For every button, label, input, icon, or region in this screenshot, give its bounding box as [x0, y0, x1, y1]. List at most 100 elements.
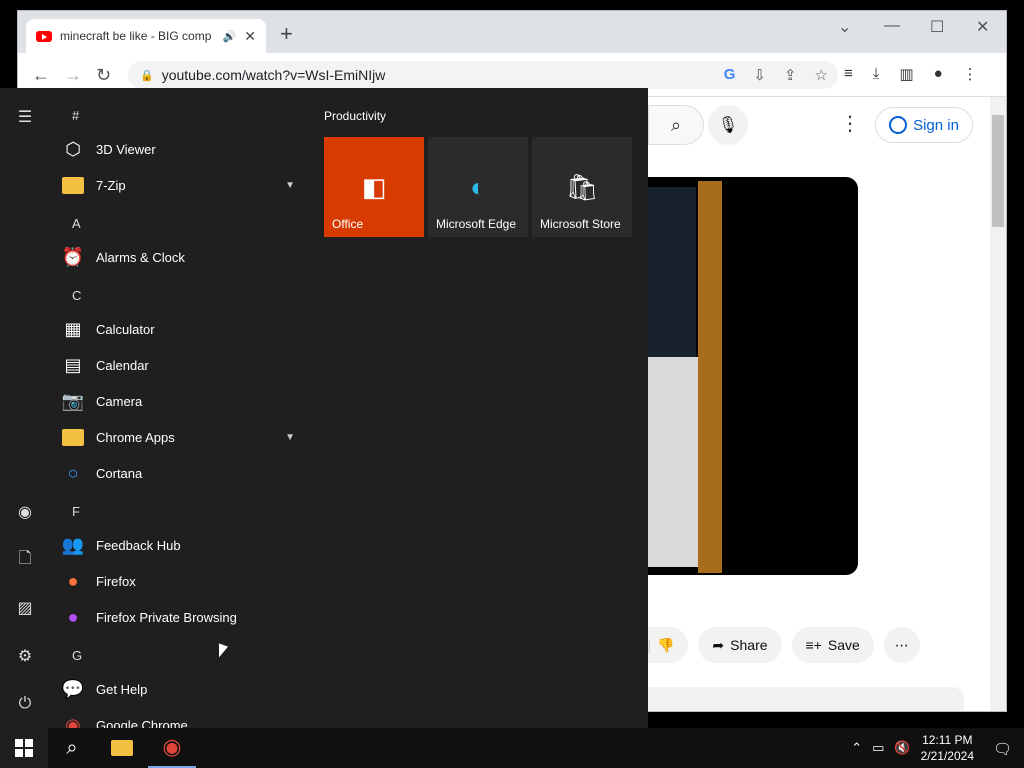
app-google-chrome[interactable]: ◉ Google Chrome: [60, 707, 305, 729]
dislike-icon[interactable]: 👎: [657, 637, 674, 654]
sign-in-button[interactable]: Sign in: [875, 107, 973, 143]
menu-kebab-icon[interactable]: ⋮: [963, 65, 978, 83]
video-player[interactable]: [618, 177, 858, 575]
youtube-favicon-icon: [36, 30, 52, 42]
video-frame-wood: [698, 181, 722, 573]
section-header[interactable]: A: [60, 210, 305, 236]
url-text: youtube.com/watch?v=WsI-EmiNIjw: [161, 67, 386, 83]
app-firefox[interactable]: ● Firefox: [60, 563, 305, 599]
browser-tab[interactable]: minecraft be like - BIG comp 🔊 ✕: [26, 19, 266, 53]
app-get-help[interactable]: 💬 Get Help: [60, 671, 305, 707]
section-header[interactable]: #: [60, 102, 305, 128]
show-hidden-icons-icon[interactable]: ⌃: [851, 740, 862, 756]
search-icon[interactable]: ⌕: [648, 105, 704, 145]
file-explorer-icon[interactable]: [98, 728, 146, 768]
taskbar: ⌕ ◉ ⌃ ▭ 🔇 12:11 PM 2/21/2024 🗨: [0, 728, 1024, 768]
tile-office[interactable]: ◧ Office: [324, 137, 424, 237]
share-label: Share: [730, 637, 768, 653]
start-button[interactable]: [0, 728, 48, 768]
section-header[interactable]: F: [60, 498, 305, 524]
more-options-icon[interactable]: ⋮: [840, 111, 860, 136]
window-close-icon[interactable]: ✕: [976, 17, 989, 37]
microphone-icon[interactable]: 🎙: [708, 105, 748, 145]
new-tab-button[interactable]: +: [280, 23, 293, 45]
save-button[interactable]: ≡+ Save: [791, 627, 874, 663]
app-label: Get Help: [96, 681, 148, 697]
network-icon[interactable]: ▭: [872, 740, 884, 756]
share-page-icon[interactable]: ⇪: [784, 66, 797, 84]
search-taskbar-icon[interactable]: ⌕: [48, 728, 96, 768]
more-actions-button[interactable]: ⋯: [883, 627, 920, 663]
section-header[interactable]: G: [60, 642, 305, 668]
app-camera[interactable]: 📷 Camera: [60, 383, 305, 419]
page-scrollbar[interactable]: [990, 97, 1006, 711]
tab-search-icon[interactable]: ⌄: [838, 17, 851, 37]
app-alarms-clock[interactable]: ⏰ Alarms & Clock: [60, 239, 305, 275]
volume-muted-icon[interactable]: 🔇: [894, 740, 910, 756]
install-icon[interactable]: ⇩: [753, 66, 766, 84]
feedback-icon: 👥: [61, 534, 85, 555]
close-icon[interactable]: ✕: [244, 28, 256, 45]
description-box[interactable]: [618, 687, 964, 711]
app-calendar[interactable]: ▤ Calendar: [60, 347, 305, 383]
app-list: # ⬡ 3D Viewer 7-Zip ▼ A ⏰ Alarms & Clock…: [50, 88, 310, 729]
sign-in-label: Sign in: [913, 116, 959, 134]
settings-gear-icon[interactable]: ⚙: [10, 641, 40, 671]
alarm-clock-icon: ⏰: [61, 246, 85, 267]
app-calculator[interactable]: ▦ Calculator: [60, 311, 305, 347]
folder-icon: [60, 424, 86, 450]
app-firefox-private[interactable]: ● Firefox Private Browsing: [60, 599, 305, 635]
minimize-icon[interactable]: —: [884, 17, 900, 35]
forward-icon[interactable]: →: [64, 65, 82, 85]
user-account-icon[interactable]: ◉: [10, 497, 40, 527]
app-label: Calendar: [96, 357, 149, 373]
app-7-zip[interactable]: 7-Zip ▼: [60, 167, 305, 203]
app-chrome-apps[interactable]: Chrome Apps ▼: [60, 419, 305, 455]
downloads-icon[interactable]: ⤓: [873, 65, 880, 83]
chevron-down-icon: ▼: [285, 431, 295, 443]
speaker-icon[interactable]: 🔊: [223, 30, 237, 43]
app-label: Cortana: [96, 465, 143, 481]
app-label: 3D Viewer: [96, 141, 156, 157]
share-button[interactable]: ➦ Share: [698, 627, 782, 663]
address-bar[interactable]: 🔒 youtube.com/watch?v=WsI-EmiNIjw G ⇩ ⇪ …: [128, 61, 838, 89]
bookmark-star-icon[interactable]: ☆: [815, 66, 828, 84]
app-3d-viewer[interactable]: ⬡ 3D Viewer: [60, 131, 305, 167]
media-icon[interactable]: ≡: [844, 65, 853, 83]
tile-microsoft-edge[interactable]: ◐ Microsoft Edge: [428, 137, 528, 237]
tile-microsoft-store[interactable]: 🛍 Microsoft Store: [532, 137, 632, 237]
playlist-add-icon: ≡+: [805, 637, 822, 653]
app-label: Firefox Private Browsing: [96, 609, 237, 625]
clock-date: 2/21/2024: [920, 749, 974, 763]
pictures-icon[interactable]: ▨: [10, 593, 40, 623]
scrollbar-thumb[interactable]: [992, 115, 1004, 227]
app-label: Calculator: [96, 321, 155, 337]
video-frame-sky: [648, 187, 696, 357]
tiles-group-title[interactable]: Productivity: [324, 109, 386, 123]
lock-icon: 🔒: [140, 69, 154, 82]
back-icon[interactable]: ←: [32, 65, 50, 85]
documents-icon[interactable]: 🗋: [10, 545, 40, 575]
reload-icon[interactable]: ↻: [96, 65, 111, 85]
power-icon[interactable]: ⏻: [10, 689, 40, 719]
app-label: 7-Zip: [96, 177, 126, 193]
notifications-icon[interactable]: 🗨: [993, 740, 1012, 758]
calendar-icon: ▤: [64, 354, 82, 375]
app-label: Camera: [96, 393, 143, 409]
google-lens-icon[interactable]: G: [724, 66, 736, 84]
section-header[interactable]: C: [60, 282, 305, 308]
cortana-icon: ○: [67, 462, 79, 483]
maximize-icon[interactable]: ☐: [930, 17, 944, 37]
side-panel-icon[interactable]: ▥: [899, 65, 913, 83]
cube-icon: ⬡: [65, 138, 81, 159]
chrome-taskbar-icon[interactable]: ◉: [148, 728, 196, 768]
folder-icon: [60, 172, 86, 198]
profile-icon[interactable]: ●: [934, 65, 943, 83]
tile-label: Microsoft Edge: [436, 217, 517, 231]
tile-label: Microsoft Store: [540, 217, 621, 231]
edge-icon: ◐: [470, 171, 486, 202]
clock[interactable]: 12:11 PM 2/21/2024: [921, 732, 974, 764]
hamburger-menu-icon[interactable]: ☰: [10, 102, 40, 132]
app-feedback-hub[interactable]: 👥 Feedback Hub: [60, 527, 305, 563]
app-cortana[interactable]: ○ Cortana: [60, 455, 305, 491]
